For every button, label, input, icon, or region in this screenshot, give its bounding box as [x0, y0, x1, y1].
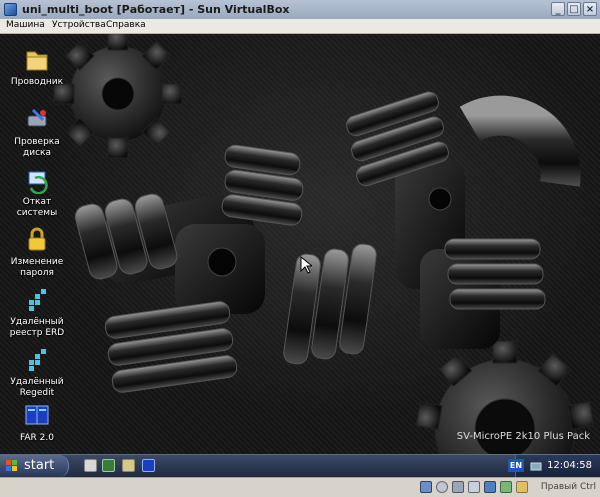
quicklaunch-tools-icon[interactable]: [122, 459, 135, 472]
quicklaunch-far-icon[interactable]: [142, 459, 155, 472]
system-restore-icon: [23, 166, 51, 195]
vm-status-bar: Правый Ctrl: [0, 477, 600, 497]
menu-bar: Машина Устройства Справка: [0, 19, 600, 34]
windows-logo-icon: [6, 460, 18, 472]
quicklaunch-network-icon[interactable]: [102, 459, 115, 472]
network-tray-icon[interactable]: [530, 461, 542, 471]
quicklaunch-document-icon[interactable]: [84, 459, 97, 472]
desktop-icon-remote-registry[interactable]: Удалённый реестр ERD: [2, 286, 72, 339]
lock-icon: [23, 226, 51, 254]
menu-machine[interactable]: Машина: [6, 20, 45, 30]
desktop-icon-label: Удалённый реестр ERD: [9, 317, 65, 338]
virtualbox-icon: [4, 3, 17, 16]
start-label: start: [24, 458, 55, 473]
close-button[interactable]: ×: [583, 2, 597, 16]
usb-icon[interactable]: [468, 481, 480, 493]
desktop-icon-far[interactable]: FAR 2.0: [2, 402, 72, 444]
floppy-icon[interactable]: [452, 481, 464, 493]
menu-devices[interactable]: Устройства: [52, 20, 106, 30]
disk-check-icon: [23, 106, 51, 134]
cd-drive-icon[interactable]: [436, 481, 448, 493]
desktop-icon-change-password[interactable]: Изменение пароля: [2, 226, 72, 279]
desktop[interactable]: Проводник Проверка диска Откат системы И…: [0, 34, 600, 454]
gear-top-left: [53, 34, 183, 159]
wallpaper-graphic: [53, 34, 595, 454]
network-adapter-icon[interactable]: [484, 481, 496, 493]
registry-icon: [23, 286, 51, 314]
desktop-icon-remote-regedit[interactable]: Удалённый Regedit: [2, 346, 72, 399]
desktop-icon-label: Проводник: [10, 77, 64, 87]
desktop-icon-explorer[interactable]: Проводник: [2, 46, 72, 88]
taskbar-clock: 12:04:58: [547, 460, 592, 471]
system-tray: EN 12:04:58: [508, 455, 600, 477]
far-manager-icon: [23, 402, 51, 430]
folder-icon: [23, 46, 51, 74]
menu-help[interactable]: Справка: [106, 20, 146, 30]
mouse-integration-icon[interactable]: [516, 481, 528, 493]
desktop-icon-label: FAR 2.0: [20, 433, 54, 443]
regedit-icon: [23, 346, 51, 374]
hard-disk-icon[interactable]: [420, 481, 432, 493]
mouse-cursor-icon: [300, 256, 312, 274]
start-button[interactable]: start: [0, 455, 69, 477]
window-title: uni_multi_boot [Работает] - Sun VirtualB…: [22, 3, 290, 16]
minimize-button[interactable]: _: [551, 2, 565, 16]
maximize-button[interactable]: □: [567, 2, 581, 16]
shared-folders-icon[interactable]: [500, 481, 512, 493]
host-key-label: Правый Ctrl: [540, 482, 596, 492]
desktop-icon-label: Проверка диска: [14, 137, 60, 158]
taskbar: start EN 12:04:58: [0, 454, 600, 477]
desktop-icon-label: Откат системы: [16, 197, 58, 218]
window-title-bar[interactable]: uni_multi_boot [Работает] - Sun VirtualB…: [0, 0, 600, 20]
desktop-icon-system-restore[interactable]: Откат системы: [2, 166, 72, 219]
desktop-icon-label: Удалённый Regedit: [10, 377, 64, 398]
branding-text: SV-MicroPE 2k10 Plus Pack: [456, 431, 590, 442]
language-indicator[interactable]: EN: [508, 459, 524, 472]
desktop-icon-disk-check[interactable]: Проверка диска: [2, 106, 72, 159]
desktop-icon-label: Изменение пароля: [10, 257, 64, 278]
